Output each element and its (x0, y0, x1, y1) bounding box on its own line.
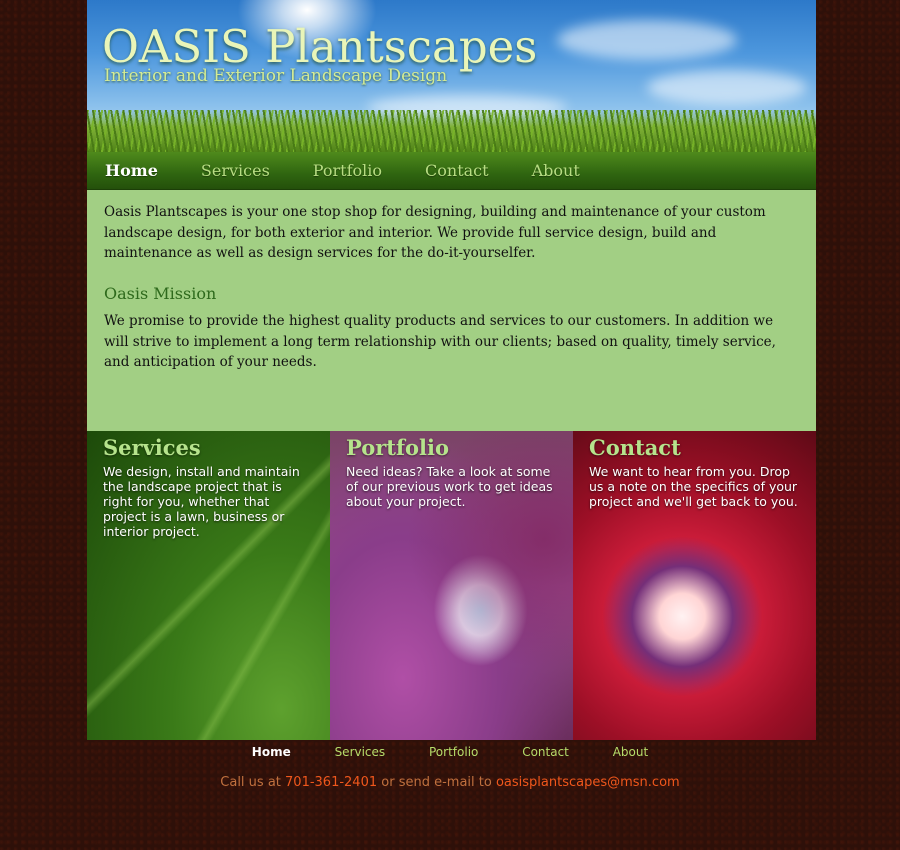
site-subtitle: Interior and Exterior Landscape Design (104, 66, 448, 86)
contact-panel-text: We want to hear from you. Drop us a note… (589, 464, 798, 509)
nav-services[interactable]: Services (201, 161, 270, 180)
mail-prefix: or send e-mail to (381, 775, 492, 790)
email-link[interactable]: oasisplantscapes@msn.com (496, 775, 680, 790)
header-banner: OASIS Plantscapes Interior and Exterior … (87, 0, 816, 152)
portfolio-panel-text: Need ideas? Take a look at some of our p… (346, 464, 553, 509)
portfolio-panel-title[interactable]: Portfolio (346, 435, 557, 460)
portfolio-panel[interactable]: Portfolio Need ideas? Take a look at som… (330, 431, 573, 740)
call-prefix: Call us at (220, 775, 281, 790)
phone-number[interactable]: 701-361-2401 (285, 775, 377, 790)
footer-nav-portfolio[interactable]: Portfolio (429, 745, 478, 759)
nav-home[interactable]: Home (105, 161, 158, 180)
intro-paragraph: Oasis Plantscapes is your one stop shop … (104, 204, 766, 261)
main-nav: Home Services Portfolio Contact About (87, 152, 816, 190)
nav-contact[interactable]: Contact (425, 161, 489, 180)
cloud-decoration (647, 70, 807, 105)
grass-decoration (87, 110, 816, 152)
contact-panel[interactable]: Contact We want to hear from you. Drop u… (573, 431, 816, 740)
contact-panel-title[interactable]: Contact (589, 435, 800, 460)
nav-about[interactable]: About (532, 161, 580, 180)
footer-nav: Home Services Portfolio Contact About (0, 745, 900, 759)
footer-nav-about[interactable]: About (613, 745, 648, 759)
mission-paragraph: We promise to provide the highest qualit… (104, 313, 776, 370)
footer-contact: Call us at 701-361-2401 or send e-mail t… (0, 775, 900, 790)
page-container: OASIS Plantscapes Interior and Exterior … (87, 0, 816, 740)
cloud-decoration (557, 20, 737, 60)
footer-nav-home[interactable]: Home (252, 745, 291, 759)
main-content: Oasis Plantscapes is your one stop shop … (87, 190, 816, 431)
feature-panels: Services We design, install and maintain… (87, 431, 816, 740)
mission-heading: Oasis Mission (104, 283, 217, 303)
services-panel-title[interactable]: Services (103, 435, 314, 460)
footer-nav-contact[interactable]: Contact (522, 745, 569, 759)
services-panel[interactable]: Services We design, install and maintain… (87, 431, 330, 740)
services-panel-text: We design, install and maintain the land… (103, 464, 300, 539)
footer-nav-services[interactable]: Services (335, 745, 386, 759)
nav-portfolio[interactable]: Portfolio (313, 161, 382, 180)
